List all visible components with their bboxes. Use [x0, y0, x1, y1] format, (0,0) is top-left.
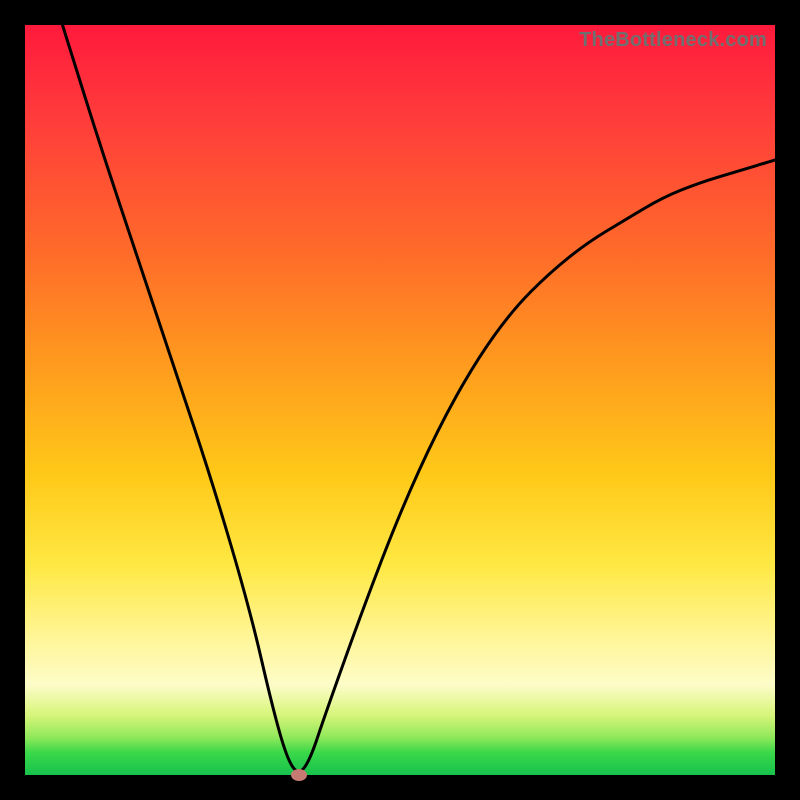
- optimal-point-marker: [291, 769, 307, 781]
- plot-area: TheBottleneck.com: [25, 25, 775, 775]
- bottleneck-curve: [25, 25, 775, 775]
- chart-frame: TheBottleneck.com: [0, 0, 800, 800]
- curve-path: [63, 25, 776, 771]
